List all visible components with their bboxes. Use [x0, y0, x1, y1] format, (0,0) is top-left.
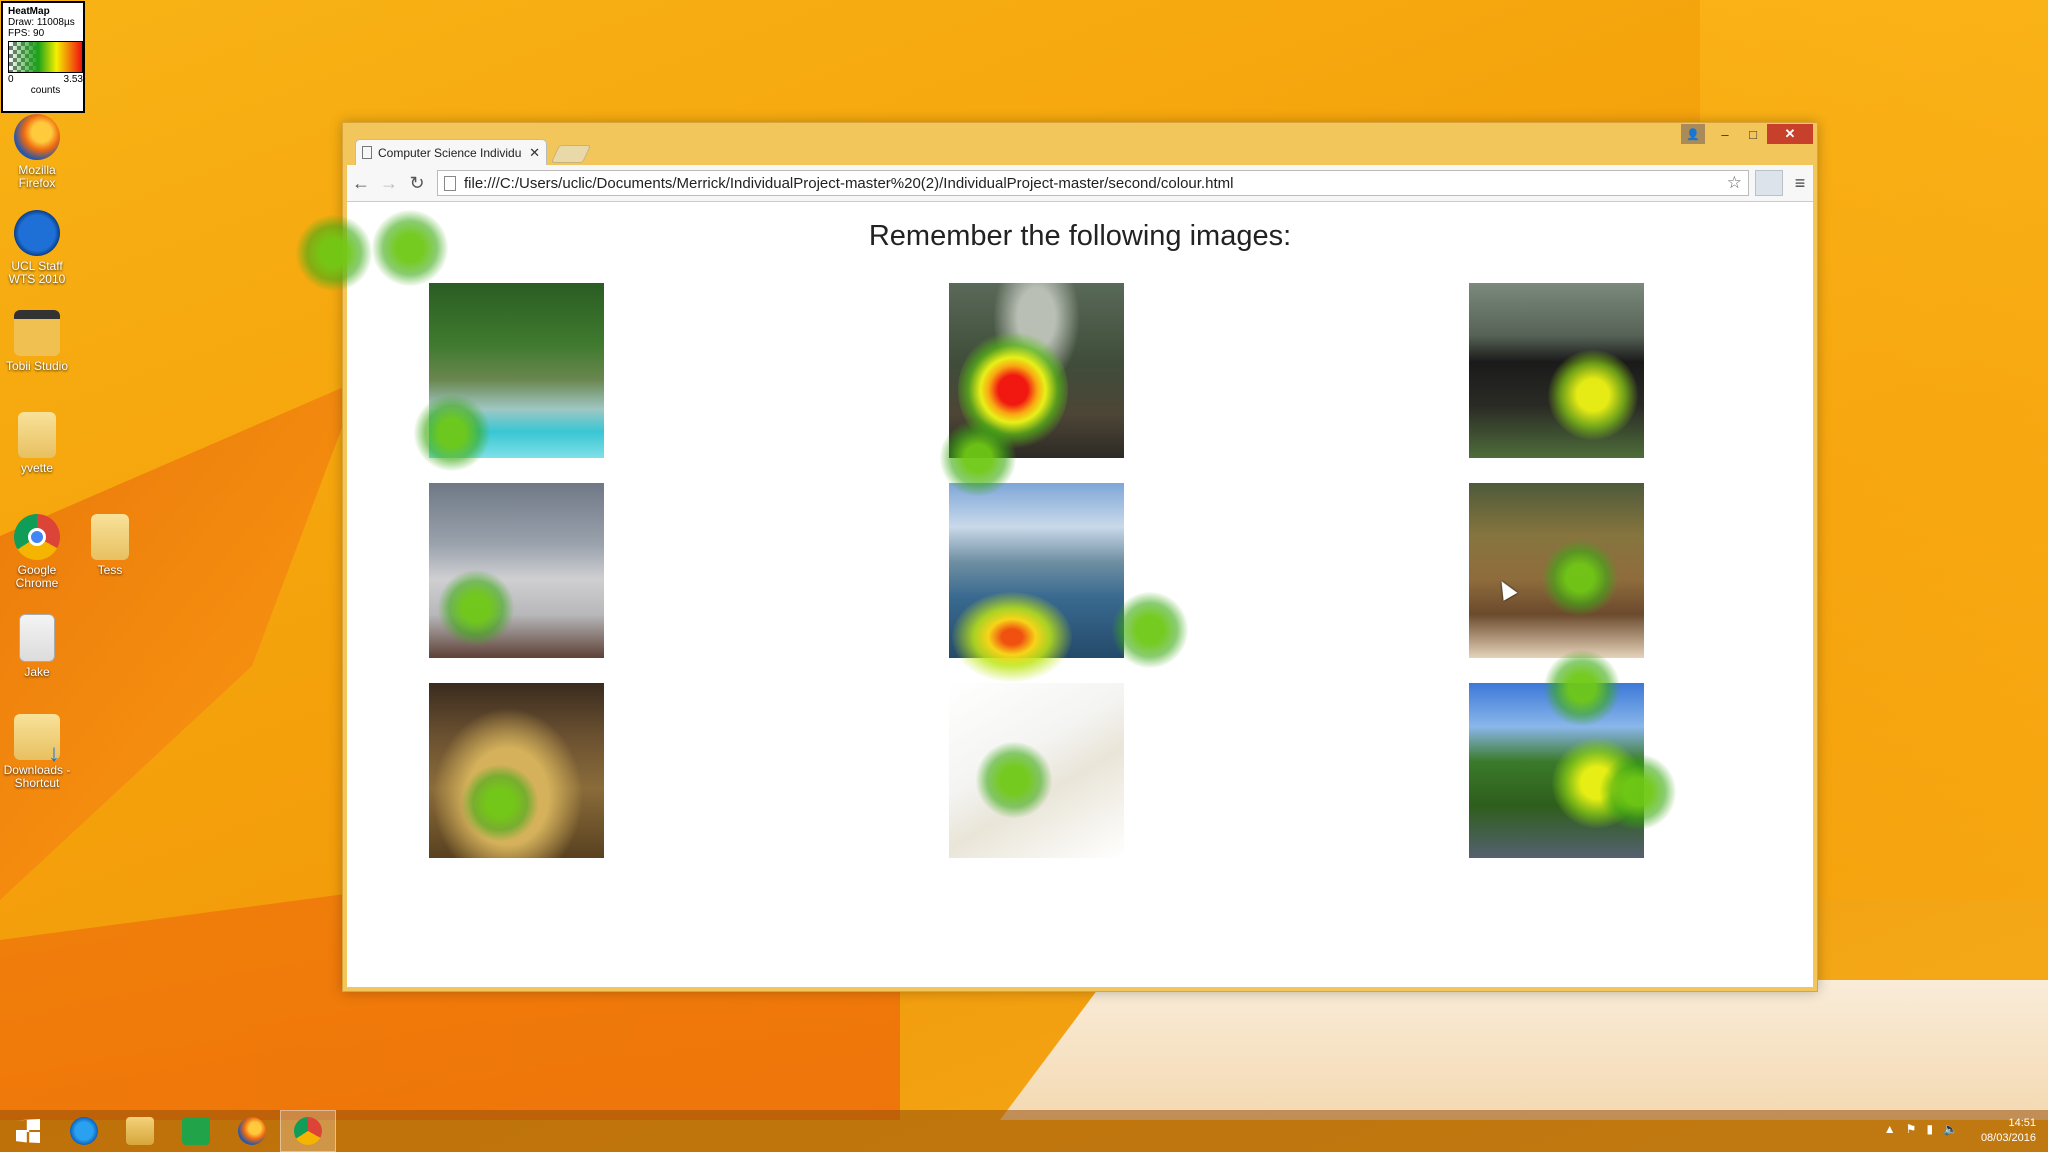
image-park-staircase [1469, 683, 1644, 858]
desktop-icon-label: Mozilla Firefox [18, 163, 56, 190]
document-icon [19, 614, 55, 662]
chrome-icon [294, 1117, 322, 1145]
heatmap-fps: FPS: 90 [8, 28, 45, 39]
image-dishwasher [429, 483, 604, 658]
firefox-icon [14, 114, 60, 160]
window-controls: 👤 – □ ✕ [1681, 124, 1813, 144]
internet-explorer-icon [70, 1117, 98, 1145]
taskbar-firefox[interactable] [224, 1110, 280, 1152]
show-hidden-icons-icon[interactable]: ▲ [1884, 1122, 1896, 1136]
firefox-icon [238, 1117, 266, 1145]
clock-date: 08/03/2016 [1980, 1132, 2036, 1144]
store-icon [182, 1117, 210, 1145]
heatmap-max: 3.53 [63, 74, 83, 85]
desktop-icon-label: Jake [24, 665, 50, 679]
minimize-button[interactable]: – [1711, 124, 1739, 144]
heatmap-range: 0 3.53 [8, 74, 83, 85]
clock-time: 14:51 [2008, 1117, 2036, 1129]
taskbar-chrome[interactable] [280, 1110, 336, 1152]
windows-logo-icon [16, 1119, 40, 1143]
heatmap-min: 0 [8, 74, 14, 85]
image-perfume-bottle [429, 683, 604, 858]
folder-icon [18, 412, 56, 458]
desktop-icon-label: Tobii Studio [5, 359, 69, 373]
heatmap-draw-time: Draw: 11008µs [8, 17, 75, 28]
address-bar[interactable]: file:///C:/Users/uclic/Documents/Merrick… [437, 170, 1749, 196]
clock[interactable]: 14:51 08/03/2016 [1981, 1116, 2036, 1146]
taskbar-internet-explorer[interactable] [56, 1110, 112, 1152]
url-text: file:///C:/Users/uclic/Documents/Merrick… [464, 174, 1234, 192]
browser-tab[interactable]: Computer Science Individu ✕ [355, 139, 547, 165]
flag-icon[interactable]: ⚑ [1906, 1122, 1917, 1136]
folder-icon [91, 514, 129, 560]
heatmap-legend: HeatMap Draw: 11008µs FPS: 90 0 3.53 cou… [1, 1, 85, 113]
image-fountain-pen [949, 683, 1124, 858]
page-title: Remember the following images: [868, 220, 1292, 252]
image-jungle-beach [429, 283, 604, 458]
desktop-icon-label: Downloads - Shortcut [3, 763, 71, 790]
browser-toolbar: ← → ↻ file:///C:/Users/uclic/Documents/M… [347, 165, 1813, 202]
volume-icon[interactable]: 🔈 [1943, 1122, 1958, 1136]
heatmap-color-scale [8, 41, 83, 73]
desktop-icon-jake[interactable]: Jake [0, 614, 75, 679]
menu-icon[interactable]: ≡ [1787, 173, 1813, 194]
desktop-icon-firefox[interactable]: Mozilla Firefox [0, 114, 75, 190]
reload-button[interactable]: ↻ [403, 169, 431, 197]
page-icon [444, 175, 456, 191]
close-button[interactable]: ✕ [1767, 124, 1813, 144]
desktop-icon-yvette[interactable]: yvette [0, 412, 75, 475]
desktop-icon-label: Google Chrome [15, 563, 59, 590]
desktop-icon-tess[interactable]: Tess [72, 514, 148, 577]
image-lake-mountain-view [949, 483, 1124, 658]
start-button[interactable] [0, 1110, 56, 1152]
desktop-icon-chrome[interactable]: Google Chrome [0, 514, 75, 590]
forward-button[interactable]: → [375, 169, 403, 197]
maximize-button[interactable]: □ [1739, 124, 1767, 144]
tobii-studio-icon [14, 310, 60, 356]
wallpaper-shape [1000, 980, 2048, 1120]
taskbar-file-explorer[interactable] [112, 1110, 168, 1152]
new-tab-button[interactable] [550, 145, 592, 163]
desktop-icon-label: yvette [20, 461, 53, 475]
heatmap-unit: counts [30, 85, 61, 96]
browser-window: 👤 – □ ✕ Computer Science Individu ✕ ← → … [342, 122, 1818, 992]
desktop-icon-downloads[interactable]: Downloads - Shortcut [0, 714, 75, 790]
image-forest-path [949, 283, 1124, 458]
heatmap-legend-title: HeatMap [8, 6, 50, 17]
taskbar-store[interactable] [168, 1110, 224, 1152]
page-content: Remember the following images: [347, 202, 1813, 987]
back-button[interactable]: ← [347, 169, 375, 197]
extension-icon[interactable] [1755, 170, 1783, 196]
bookmark-star-icon[interactable]: ☆ [1727, 173, 1742, 193]
page-icon [362, 146, 372, 159]
profile-button[interactable]: 👤 [1681, 124, 1705, 144]
taskbar: ▲ ⚑ ▮ 🔈 14:51 08/03/2016 [0, 1110, 2048, 1152]
image-rugby-players [1469, 283, 1644, 458]
file-explorer-icon [126, 1117, 154, 1145]
desktop-icon-ucl-staff[interactable]: UCL Staff WTS 2010 [0, 210, 75, 286]
downloads-folder-icon [14, 714, 60, 760]
image-aquarium [1469, 483, 1644, 658]
tab-title: Computer Science Individu [378, 145, 522, 160]
system-tray: ▲ ⚑ ▮ 🔈 [1884, 1122, 1958, 1136]
remote-desktop-icon [14, 210, 60, 256]
desktop-icon-label: UCL Staff WTS 2010 [8, 259, 66, 286]
tab-close-icon[interactable]: ✕ [529, 145, 540, 161]
desktop-icon-label: Tess [97, 563, 123, 577]
network-icon[interactable]: ▮ [1926, 1122, 1933, 1136]
chrome-icon [14, 514, 60, 560]
desktop-icon-tobii[interactable]: Tobii Studio [0, 310, 75, 373]
